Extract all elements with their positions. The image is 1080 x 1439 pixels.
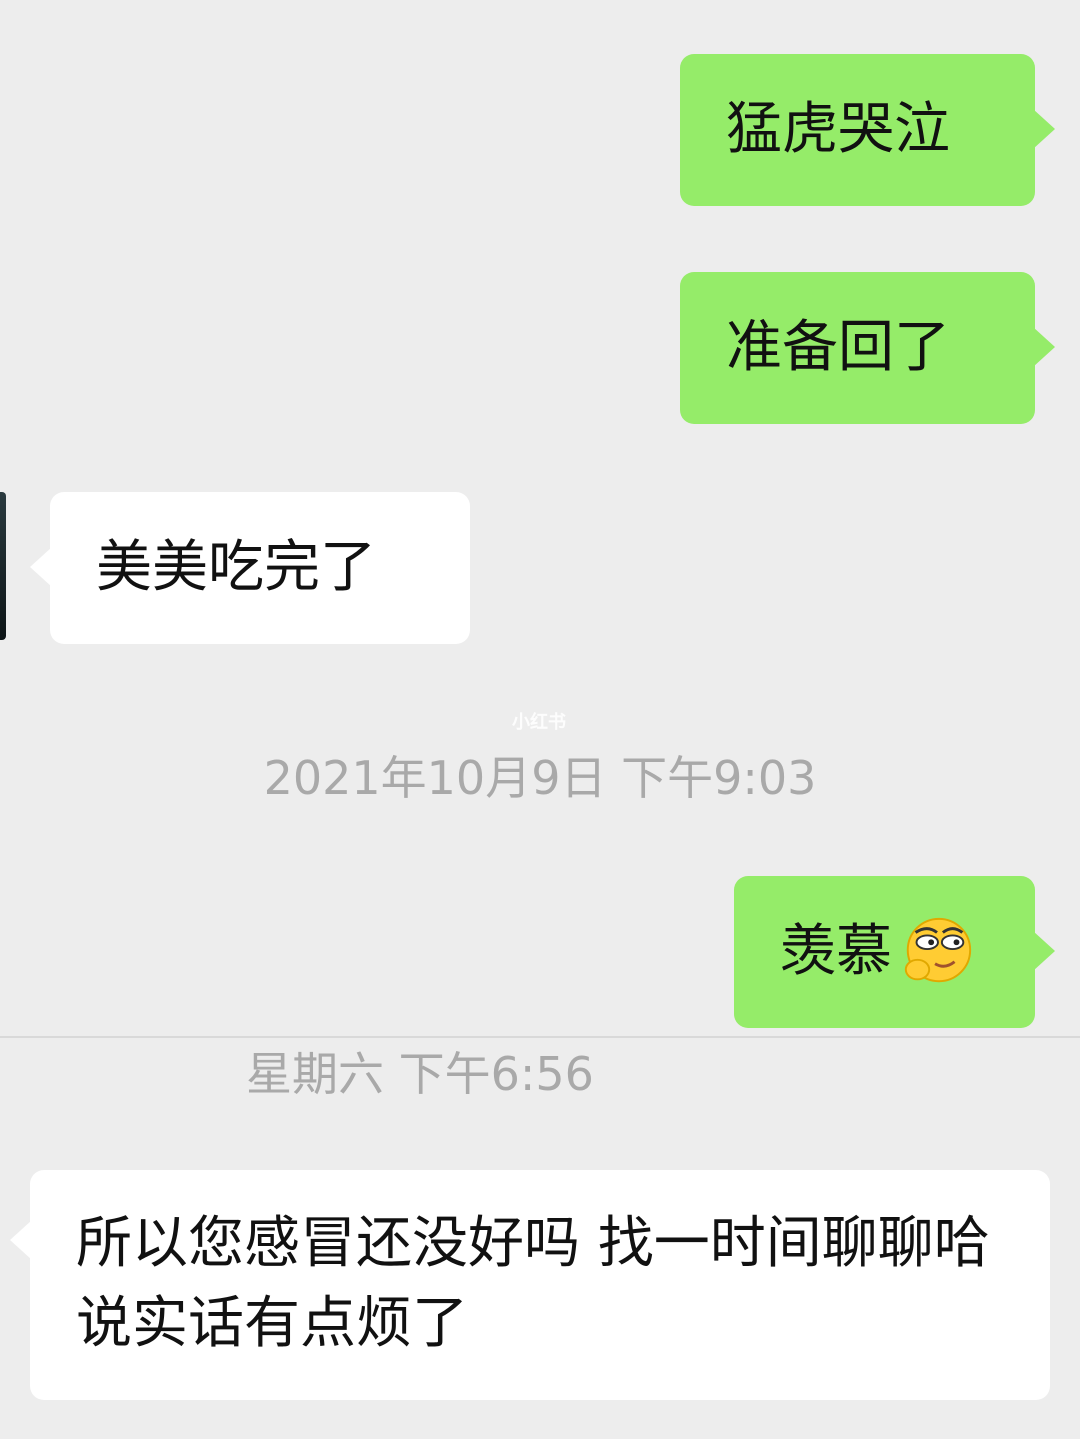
message-text: 所以您感冒还没好吗 找一时间聊聊哈 说实话有点烦了 bbox=[76, 1211, 990, 1356]
message-text: 羡慕 bbox=[780, 919, 892, 984]
message-bubble-outgoing[interactable]: 猛虎哭泣 bbox=[680, 54, 1055, 206]
message-text: 美美吃完了 bbox=[96, 535, 376, 600]
chat-view: 猛虎哭泣 准备回了 美美吃完了 小红书 2021年10月9日 下午9:03 羡慕… bbox=[0, 0, 1080, 1439]
message-bubble-outgoing[interactable]: 羡慕 bbox=[734, 876, 1055, 1028]
message-text: 准备回了 bbox=[726, 315, 950, 380]
message-bubble-outgoing[interactable]: 准备回了 bbox=[680, 272, 1055, 424]
smirk-emoji-icon bbox=[904, 917, 972, 983]
message-bubble-incoming[interactable]: 美美吃完了 bbox=[30, 492, 470, 644]
message-bubble-incoming[interactable]: 所以您感冒还没好吗 找一时间聊聊哈 说实话有点烦了 bbox=[10, 1170, 1050, 1400]
avatar[interactable] bbox=[0, 492, 6, 640]
message-text: 猛虎哭泣 bbox=[726, 97, 950, 162]
watermark: 小红书 bbox=[512, 712, 566, 733]
timestamp: 2021年10月9日 下午9:03 bbox=[263, 751, 817, 805]
timestamp: 星期六 下午6:56 bbox=[246, 1047, 594, 1101]
